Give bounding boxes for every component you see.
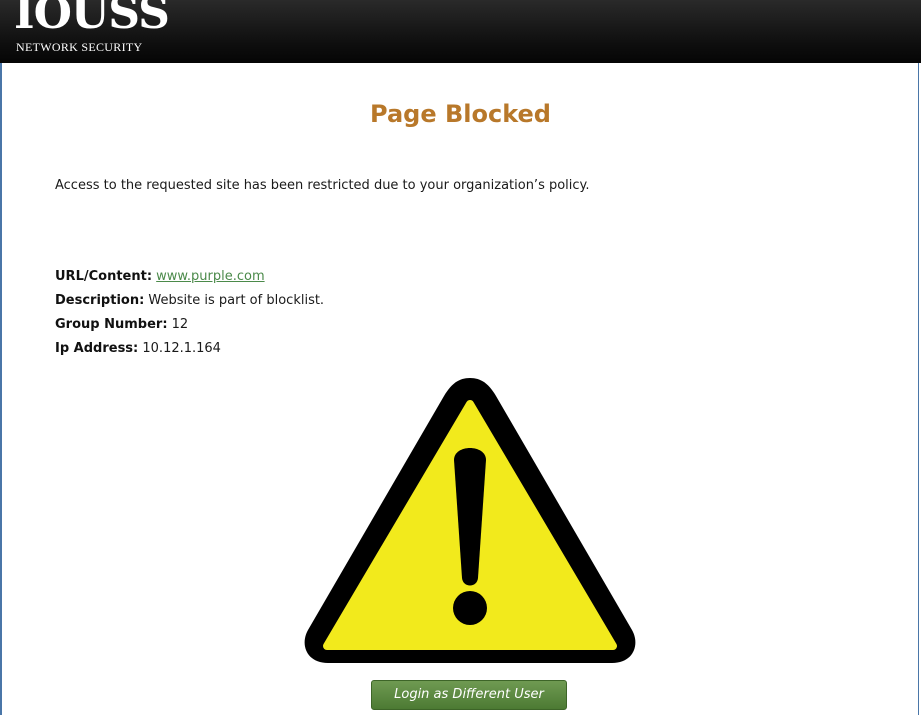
warning-icon bbox=[300, 368, 640, 668]
ip-label: Ip Address: bbox=[55, 341, 139, 356]
login-different-user-button[interactable]: Login as Different User bbox=[371, 680, 567, 710]
group-row: Group Number: 12 bbox=[55, 316, 324, 340]
block-message: Access to the requested site has been re… bbox=[55, 178, 590, 193]
header-bar: IOUSS NETWORK SECURITY bbox=[0, 0, 921, 63]
logo: IOUSS NETWORK SECURITY bbox=[14, 0, 214, 63]
group-label: Group Number: bbox=[55, 317, 168, 332]
url-label: URL/Content: bbox=[55, 269, 153, 284]
ip-value: 10.12.1.164 bbox=[142, 341, 221, 356]
logo-subtitle: NETWORK SECURITY bbox=[16, 40, 143, 54]
url-row: URL/Content: www.purple.com bbox=[55, 268, 324, 292]
description-value: Website is part of blocklist. bbox=[148, 293, 325, 308]
logo-mark: IOUSS bbox=[14, 0, 170, 39]
block-details: URL/Content: www.purple.com Description:… bbox=[55, 268, 324, 364]
url-link[interactable]: www.purple.com bbox=[156, 269, 264, 284]
group-value: 12 bbox=[171, 317, 189, 332]
ip-row: Ip Address: 10.12.1.164 bbox=[55, 340, 324, 364]
page-title: Page Blocked bbox=[370, 100, 551, 128]
description-row: Description: Website is part of blocklis… bbox=[55, 292, 324, 316]
description-label: Description: bbox=[55, 293, 145, 308]
